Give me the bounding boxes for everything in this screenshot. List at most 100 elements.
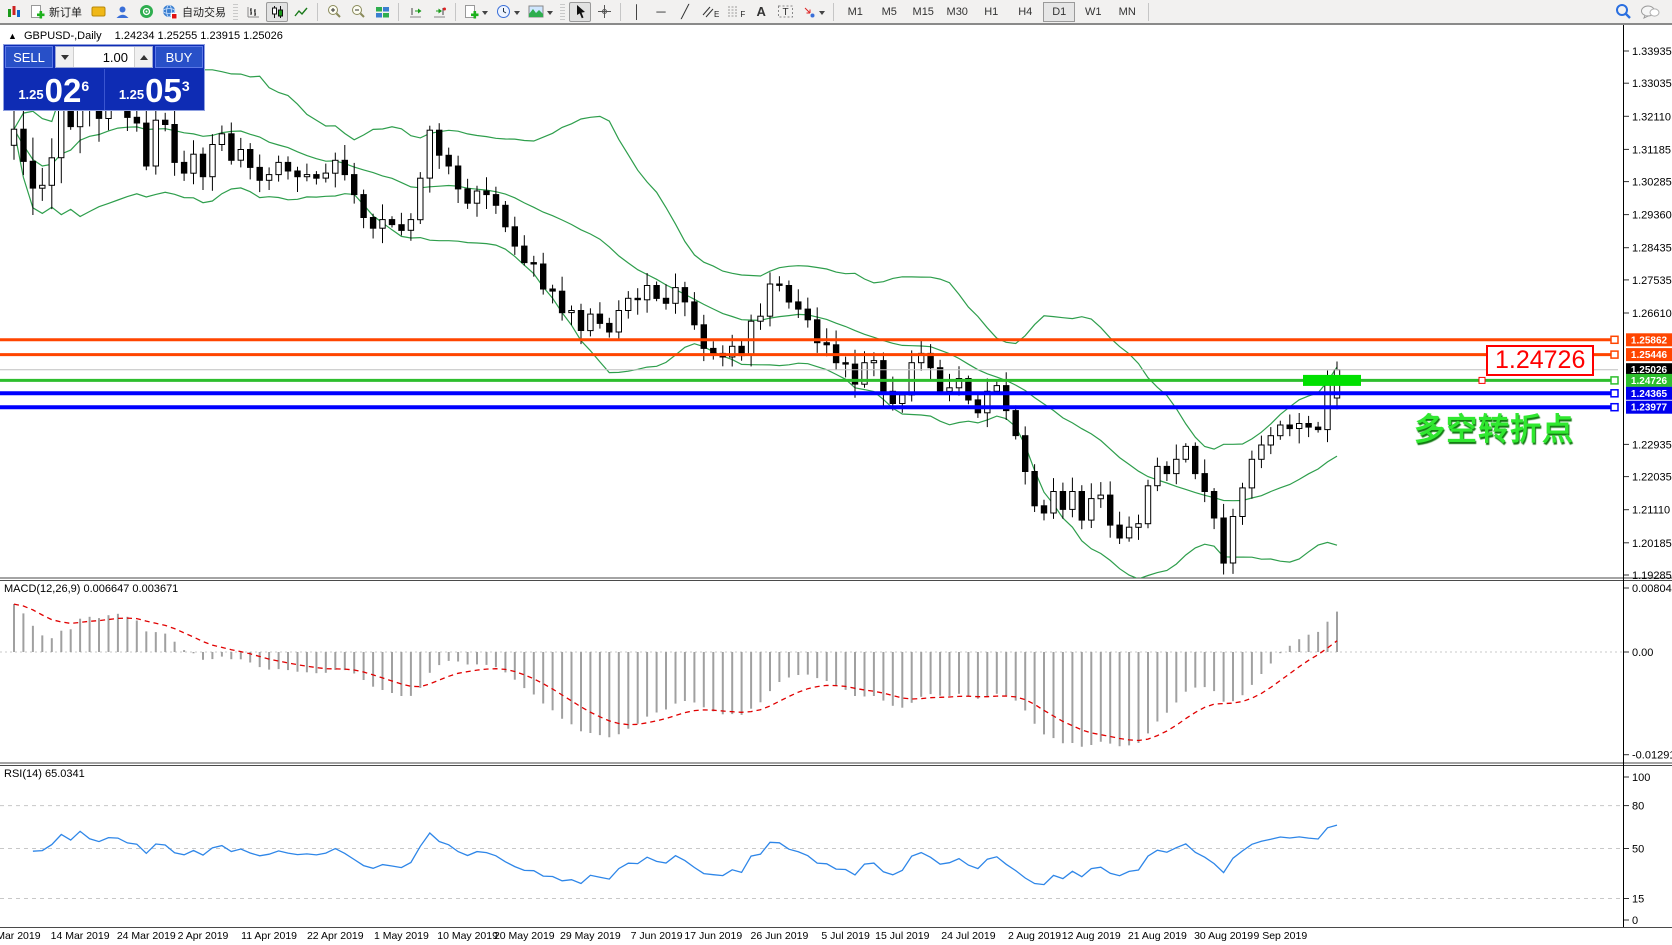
tile-windows-button[interactable] — [371, 2, 393, 22]
callout-anchor — [1479, 377, 1485, 383]
volume-decrease-button[interactable] — [56, 47, 74, 67]
svg-text:1.23977: 1.23977 — [1631, 403, 1668, 414]
svg-text:50: 50 — [1632, 844, 1644, 856]
timeframe-M30[interactable]: M30 — [941, 2, 973, 22]
candles — [11, 47, 1339, 575]
svg-text:1.30285: 1.30285 — [1632, 177, 1672, 189]
date-label: 24 Jul 2019 — [941, 930, 995, 942]
sell-price-sup: 6 — [81, 78, 89, 94]
vline-tool-button[interactable]: │ — [626, 2, 648, 22]
svg-text:1.24726: 1.24726 — [1631, 376, 1668, 387]
price-callout[interactable]: 1.24726 — [1486, 345, 1594, 376]
date-label: 17 Jun 2019 — [684, 930, 742, 942]
cursor-icon — [574, 4, 587, 19]
candlestick-icon — [270, 5, 285, 19]
zoom-out-button[interactable] — [347, 2, 369, 22]
line-chart-icon — [294, 5, 309, 19]
chat-button[interactable] — [1637, 2, 1663, 22]
bar-chart-button[interactable] — [242, 2, 264, 22]
trendline-tool-button[interactable]: ╱ — [674, 2, 696, 22]
ohlc-values: 1.24234 1.25255 1.23915 1.25026 — [115, 30, 283, 42]
crosshair-button[interactable] — [593, 2, 615, 22]
templates-button[interactable] — [525, 2, 556, 22]
timeframe-M1[interactable]: M1 — [839, 2, 871, 22]
shapes-caret-icon — [819, 11, 825, 18]
buy-price-sup: 3 — [182, 78, 190, 94]
timeframe-M15[interactable]: M15 — [907, 2, 939, 22]
symbol-period-label: GBPUSD-,Daily — [24, 30, 102, 42]
timeframe-W1[interactable]: W1 — [1077, 2, 1109, 22]
toolbar: 新订单 自动交易 │ ─ ╱ E F A T — [0, 0, 1672, 24]
text-tool-button[interactable]: A — [750, 2, 772, 22]
channel-tool-button[interactable]: E — [698, 2, 722, 22]
auto-scroll-button[interactable] — [428, 2, 450, 22]
clock-icon — [496, 4, 511, 19]
label-tool-icon: T — [777, 4, 794, 19]
rsi-panel — [0, 806, 1623, 899]
candlestick-chart-button[interactable] — [266, 2, 288, 22]
app-logo-icon — [3, 2, 25, 22]
sell-price-prefix: 1.25 — [18, 87, 43, 102]
search-button[interactable] — [1612, 2, 1635, 22]
timeframe-H1[interactable]: H1 — [975, 2, 1007, 22]
svg-text:0.008044: 0.008044 — [1632, 583, 1672, 595]
svg-text:1.19285: 1.19285 — [1632, 570, 1672, 582]
date-label: 30 Aug 2019 — [1194, 930, 1253, 942]
svg-text:80: 80 — [1632, 801, 1644, 813]
svg-text:15: 15 — [1632, 894, 1644, 906]
sell-button[interactable]: SELL — [5, 46, 53, 68]
annotation-text: 多空转折点 — [1414, 404, 1574, 449]
trendline-icon: ╱ — [681, 5, 689, 18]
macd-label: MACD(12,26,9) 0.006647 0.003671 — [4, 583, 178, 595]
timeframe-group: M1M5M15M30H1H4D1W1MN — [838, 2, 1144, 22]
svg-text:1.27535: 1.27535 — [1632, 275, 1672, 287]
periods-button[interactable] — [493, 2, 523, 22]
svg-text:0.00: 0.00 — [1632, 647, 1653, 659]
auto-trading-button[interactable]: 自动交易 — [159, 2, 229, 22]
cursor-button[interactable] — [569, 2, 591, 22]
shapes-icon — [802, 5, 816, 19]
timeframe-MN[interactable]: MN — [1111, 2, 1143, 22]
volume-increase-button[interactable] — [134, 47, 152, 67]
line-chart-button[interactable] — [290, 2, 312, 22]
search-icon — [1615, 3, 1632, 20]
buy-button[interactable]: BUY — [155, 46, 203, 68]
sell-price-big: 02 — [45, 76, 82, 106]
profile-button[interactable] — [111, 2, 133, 22]
sound-button[interactable] — [135, 2, 157, 22]
collapse-triangle-icon[interactable]: ▲ — [8, 31, 17, 41]
timeframe-D1[interactable]: D1 — [1043, 2, 1075, 22]
price-badge — [1626, 348, 1672, 361]
fibonacci-tool-button[interactable]: F — [724, 2, 748, 22]
label-tool-button[interactable]: T — [774, 2, 797, 22]
periods-caret-icon — [514, 11, 520, 18]
auto-scroll-icon — [432, 5, 447, 19]
sell-price[interactable]: 1.25 02 6 — [4, 69, 105, 110]
svg-text:1.33935: 1.33935 — [1632, 46, 1672, 58]
svg-text:1.20185: 1.20185 — [1632, 538, 1672, 550]
svg-text:1.25862: 1.25862 — [1631, 335, 1668, 346]
vline-icon: │ — [633, 5, 641, 18]
crosshair-icon — [597, 4, 612, 19]
svg-text:1.25026: 1.25026 — [1631, 365, 1668, 376]
zoom-in-icon — [327, 4, 342, 19]
zoom-in-button[interactable] — [323, 2, 345, 22]
timeframe-M5[interactable]: M5 — [873, 2, 905, 22]
date-label: 2 Aug 2019 — [1008, 930, 1061, 942]
buy-price[interactable]: 1.25 05 3 — [105, 69, 205, 110]
price-badge — [1626, 387, 1672, 400]
buy-price-prefix: 1.25 — [119, 87, 144, 102]
svg-text:1.22935: 1.22935 — [1632, 439, 1672, 451]
new-order-button[interactable]: 新订单 — [27, 2, 85, 22]
shift-chart-button[interactable] — [404, 2, 426, 22]
svg-text:-0.012914: -0.012914 — [1632, 750, 1672, 762]
svg-text:0: 0 — [1632, 915, 1638, 927]
volume-input[interactable]: 1.00 — [74, 47, 134, 67]
styles-button[interactable] — [87, 2, 109, 22]
date-label: 26 Jun 2019 — [750, 930, 808, 942]
text-tool-icon: A — [757, 5, 766, 18]
hline-tool-button[interactable]: ─ — [650, 2, 672, 22]
timeframe-H4[interactable]: H4 — [1009, 2, 1041, 22]
indicators-button[interactable] — [461, 2, 491, 22]
shapes-tool-button[interactable] — [799, 2, 828, 22]
